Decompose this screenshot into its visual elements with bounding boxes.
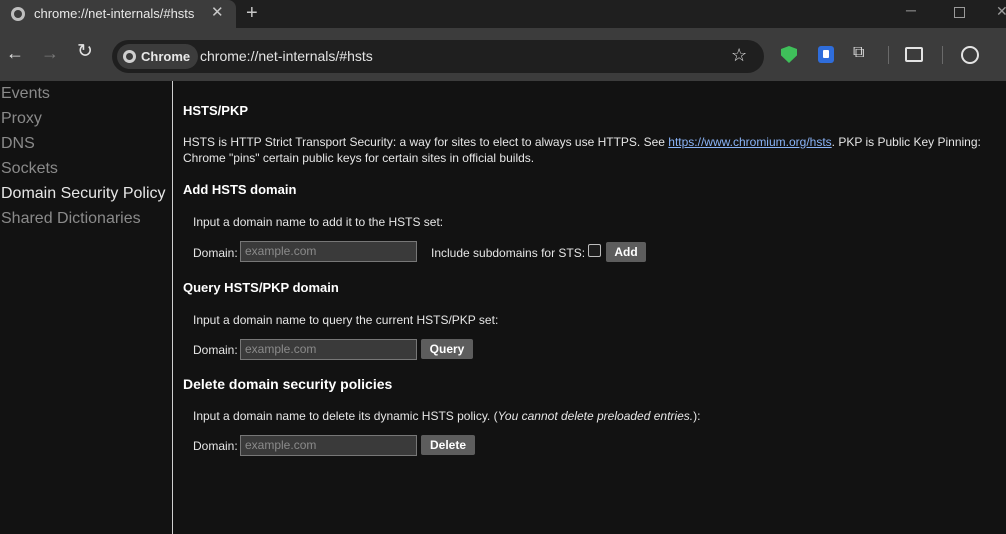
tab-search-icon[interactable]	[905, 47, 923, 62]
page-title: HSTS/PKP	[183, 103, 249, 118]
include-subdomains-label: Include subdomains for STS:	[431, 246, 586, 260]
tab-net-internals[interactable]: chrome://net-internals/#hsts ✕	[0, 0, 236, 28]
query-domain-placeholder: example.com	[245, 342, 317, 356]
add-domain-input[interactable]: example.com	[240, 241, 417, 262]
sidebar: Events Proxy DNS Sockets Domain Security…	[0, 81, 172, 534]
sidebar-divider	[172, 81, 173, 534]
query-heading: Query HSTS/PKP domain	[183, 280, 339, 295]
delete-instruction: Input a domain name to delete its dynami…	[193, 409, 700, 423]
bookmark-star-icon[interactable]: ☆	[731, 45, 747, 66]
delete-domain-label: Domain:	[193, 439, 238, 453]
delete-domain-placeholder: example.com	[245, 438, 317, 452]
maximize-icon[interactable]	[954, 7, 965, 18]
sidebar-item-proxy[interactable]: Proxy	[1, 110, 42, 128]
sidebar-item-events[interactable]: Events	[1, 85, 50, 103]
new-tab-icon[interactable]: +	[246, 3, 258, 23]
kebab-menu-icon[interactable]: ⋮	[998, 42, 1006, 60]
delete-instruction-end: ):	[693, 409, 701, 423]
window-close-icon[interactable]: ✕	[996, 3, 1006, 20]
delete-domain-input[interactable]: example.com	[240, 435, 417, 456]
address-bar[interactable]: Chrome chrome://net-internals/#hsts ☆	[112, 40, 764, 73]
delete-instruction-text: Input a domain name to delete its dynami…	[193, 409, 498, 423]
url-text[interactable]: chrome://net-internals/#hsts	[200, 48, 373, 64]
query-domain-label: Domain:	[193, 343, 238, 357]
sidebar-item-shared-dictionaries[interactable]: Shared Dictionaries	[1, 210, 141, 228]
chrome-favicon-icon	[11, 7, 25, 21]
reload-icon[interactable]: ↻	[77, 42, 93, 62]
query-domain-input[interactable]: example.com	[240, 339, 417, 360]
chrome-logo-icon	[123, 50, 136, 63]
sidebar-item-domain-security-policy[interactable]: Domain Security Policy	[1, 185, 166, 203]
add-domain-label: Domain:	[193, 246, 238, 260]
query-instruction: Input a domain name to query the current…	[193, 313, 499, 327]
toolbar-divider	[888, 46, 889, 64]
delete-heading: Delete domain security policies	[183, 376, 393, 392]
add-instruction: Input a domain name to add it to the HST…	[193, 215, 444, 229]
tab-title: chrome://net-internals/#hsts	[34, 6, 195, 21]
chip-label: Chrome	[141, 49, 191, 64]
query-button[interactable]: Query	[421, 339, 473, 359]
intro-paragraph: HSTS is HTTP Strict Transport Security: …	[183, 134, 1003, 166]
include-subdomains-checkbox[interactable]	[588, 244, 601, 257]
sidebar-item-dns[interactable]: DNS	[1, 135, 35, 153]
sidebar-item-sockets[interactable]: Sockets	[1, 160, 58, 178]
site-info-chip[interactable]: Chrome	[117, 44, 199, 69]
shield-extension-icon[interactable]	[781, 46, 797, 63]
forward-arrow-icon[interactable]: →	[41, 44, 59, 62]
extensions-puzzle-icon[interactable]: ⧉	[853, 44, 864, 62]
main-content: HSTS/PKP HSTS is HTTP Strict Transport S…	[183, 81, 1003, 534]
add-hsts-heading: Add HSTS domain	[183, 182, 297, 197]
toolbar-divider	[942, 46, 943, 64]
browser-toolbar: ← → ↻ Chrome chrome://net-internals/#hst…	[0, 28, 1006, 81]
intro-text: HSTS is HTTP Strict Transport Security: …	[183, 135, 669, 149]
add-domain-placeholder: example.com	[245, 244, 317, 258]
back-arrow-icon[interactable]: ←	[6, 44, 24, 62]
delete-button[interactable]: Delete	[421, 435, 475, 455]
hsts-link[interactable]: https://www.chromium.org/hsts	[668, 135, 831, 149]
profile-icon[interactable]	[961, 46, 979, 64]
delete-instruction-note: You cannot delete preloaded entries.	[497, 409, 694, 423]
extension-icon[interactable]	[818, 46, 834, 63]
add-button[interactable]: Add	[606, 242, 646, 262]
minimize-icon[interactable]: ─	[906, 2, 916, 18]
tab-close-icon[interactable]: ✕	[211, 5, 224, 21]
tab-strip: chrome://net-internals/#hsts ✕ + ─ ✕	[0, 0, 1006, 28]
